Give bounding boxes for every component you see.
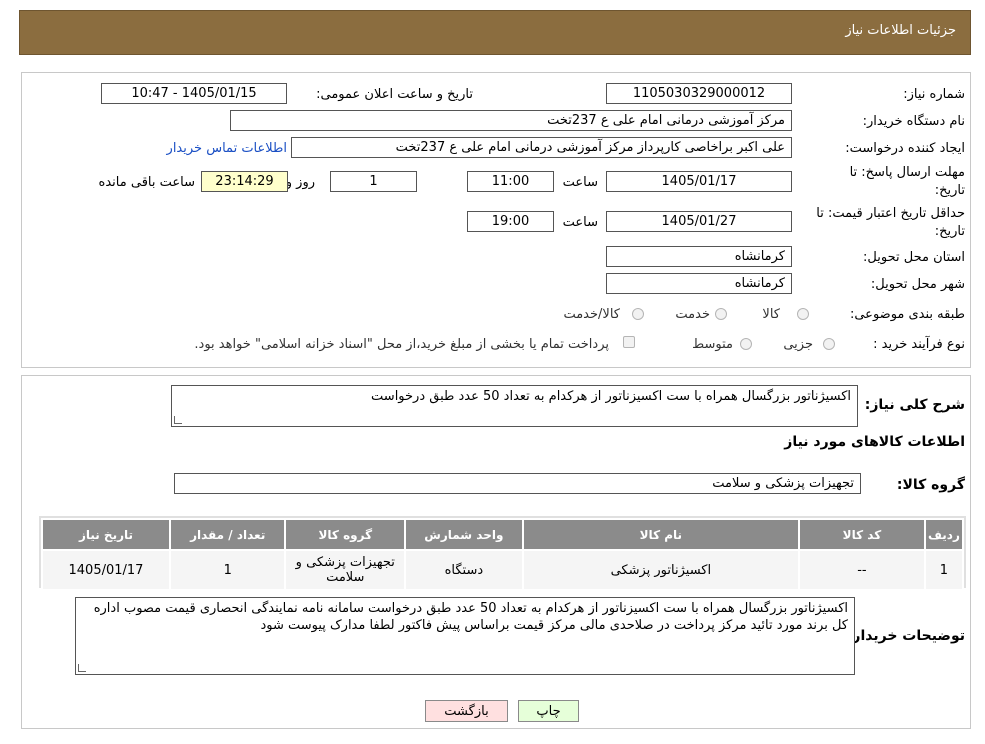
- col-code: کد کالا: [798, 518, 926, 551]
- goods-info-title: اطلاعات کالاهای مورد نیاز: [784, 434, 965, 450]
- city-label: شهر محل تحویل:: [870, 277, 965, 292]
- cell-quantity: 1: [168, 549, 287, 591]
- reply-deadline-time: 11:00: [467, 171, 554, 192]
- price-time-label: ساعت: [562, 215, 598, 230]
- province-field: کرمانشاه: [606, 246, 792, 267]
- buyer-org-field: مرکز آموزشی درمانی امام علی ع 237تخت: [230, 110, 792, 131]
- process-label: نوع فرآیند خرید :: [873, 337, 965, 352]
- days-label: روز و: [285, 175, 315, 190]
- summary-label: شرح کلی نیاز:: [864, 397, 965, 413]
- radio-service[interactable]: [715, 308, 727, 320]
- radio-goods-label: کالا: [762, 307, 780, 322]
- radio-medium[interactable]: [740, 338, 752, 350]
- radio-minor-label: جزیی: [783, 337, 813, 352]
- announce-label: تاریخ و ساعت اعلان عمومی:: [316, 87, 473, 102]
- cell-date: 1405/01/17: [41, 549, 171, 591]
- city-field: کرمانشاه: [606, 273, 792, 294]
- cell-unit: دستگاه: [404, 549, 524, 591]
- radio-minor[interactable]: [823, 338, 835, 350]
- radio-goods[interactable]: [797, 308, 809, 320]
- col-date: تاریخ نیاز: [41, 518, 171, 551]
- goods-table: ردیف کد کالا نام کالا واحد شمارش گروه کا…: [41, 518, 965, 591]
- col-group: گروه کالا: [284, 518, 407, 551]
- requester-field: علی اکبر براخاصی کارپرداز مرکز آموزشی در…: [291, 137, 792, 158]
- reply-deadline-label: مهلت ارسال پاسخ: تا تاریخ:: [849, 165, 965, 198]
- col-quantity: تعداد / مقدار: [168, 518, 287, 551]
- buyer-org-label: نام دستگاه خریدار:: [862, 114, 965, 129]
- category-label: طبقه بندی موضوعی:: [849, 307, 965, 322]
- print-button[interactable]: چاپ: [518, 700, 579, 722]
- radio-medium-label: متوسط: [692, 337, 733, 352]
- province-label: استان محل تحویل:: [863, 250, 965, 265]
- remaining-time-field: 23:14:29: [201, 171, 288, 192]
- radio-goods-service-label: کالا/خدمت: [563, 307, 620, 322]
- reply-time-label: ساعت: [562, 175, 598, 190]
- price-validity-time: 19:00: [467, 211, 554, 232]
- contact-buyer-link[interactable]: اطلاعات تماس خریدار: [167, 141, 287, 156]
- days-field: 1: [330, 171, 417, 192]
- goods-group-label: گروه کالا:: [896, 477, 965, 493]
- back-button[interactable]: بازگشت: [425, 700, 508, 722]
- col-unit: واحد شمارش: [404, 518, 524, 551]
- need-number-field: 1105030329000012: [606, 83, 792, 104]
- need-number-label: شماره نیاز:: [903, 87, 965, 102]
- announce-field: 1405/01/15 - 10:47: [101, 83, 287, 104]
- reply-deadline-date: 1405/01/17: [606, 171, 792, 192]
- cell-row-number: 1: [923, 549, 965, 591]
- page-header: جزئیات اطلاعات نیاز: [19, 10, 971, 55]
- radio-goods-service[interactable]: [632, 308, 644, 320]
- page-title: جزئیات اطلاعات نیاز: [845, 23, 956, 38]
- cell-code: --: [798, 549, 926, 591]
- resize-handle-icon[interactable]: [174, 416, 182, 424]
- buyer-notes-label: توضیحات خریدار:: [846, 628, 965, 644]
- goods-table-header: ردیف کد کالا نام کالا واحد شمارش گروه کا…: [41, 518, 965, 551]
- payment-note: پرداخت تمام یا بخشی از مبلغ خرید،از محل …: [194, 337, 609, 352]
- requester-label: ایجاد کننده درخواست:: [845, 141, 965, 156]
- cell-group: تجهیزات پزشکی و سلامت: [284, 549, 407, 591]
- table-row: 1 -- اکسیژناتور پزشکی دستگاه تجهیزات پزش…: [41, 549, 965, 591]
- summary-text: اکسیژناتور بزرگسال همراه با ست اکسیزناتو…: [371, 389, 851, 404]
- cell-name: اکسیژناتور پزشکی: [521, 549, 801, 591]
- col-name: نام کالا: [521, 518, 801, 551]
- radio-service-label: خدمت: [675, 307, 710, 322]
- buyer-notes-textarea[interactable]: اکسیژناتور بزرگسال همراه با ست اکسیزناتو…: [75, 597, 855, 675]
- price-validity-label: حداقل تاریخ اعتبار قیمت: تا تاریخ:: [816, 206, 965, 239]
- summary-textarea[interactable]: اکسیژناتور بزرگسال همراه با ست اکسیزناتو…: [171, 385, 858, 427]
- col-row-number: ردیف: [923, 518, 965, 551]
- treasury-checkbox[interactable]: [623, 336, 635, 348]
- buyer-notes-text: اکسیژناتور بزرگسال همراه با ست اکسیزناتو…: [93, 601, 848, 633]
- goods-group-field: تجهیزات پزشکی و سلامت: [174, 473, 861, 494]
- price-validity-date: 1405/01/27: [606, 211, 792, 232]
- remaining-label: ساعت باقی مانده: [98, 175, 195, 190]
- resize-handle-icon[interactable]: [78, 664, 86, 672]
